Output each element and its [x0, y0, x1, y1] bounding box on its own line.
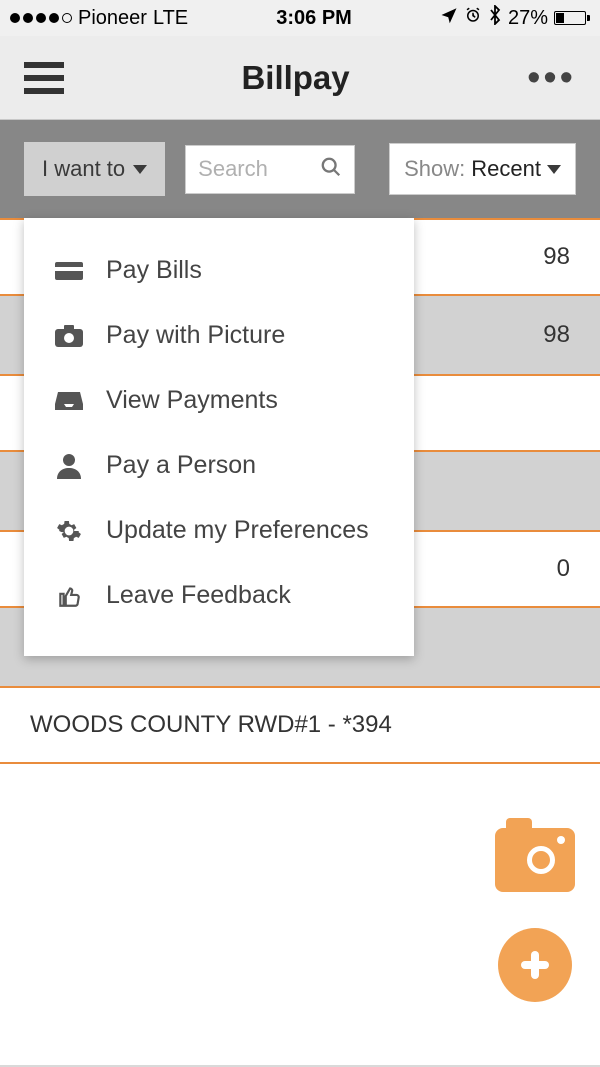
plus-icon [515, 945, 555, 985]
menu-icon[interactable] [24, 62, 64, 94]
menu-item-pay-person[interactable]: Pay a Person [24, 433, 414, 498]
menu-item-label: View Payments [106, 386, 278, 415]
fab-pay-with-picture[interactable] [495, 828, 575, 892]
menu-item-pay-picture[interactable]: Pay with Picture [24, 303, 414, 368]
location-icon [440, 6, 458, 30]
show-label: Show: [404, 156, 465, 182]
show-value: Recent [471, 156, 541, 182]
menu-item-label: Pay with Picture [106, 321, 285, 350]
alarm-icon [464, 6, 482, 30]
search-box[interactable] [185, 145, 355, 194]
nav-bar: Billpay ••• [0, 36, 600, 120]
menu-item-label: Update my Preferences [106, 516, 369, 545]
gear-icon [54, 518, 84, 544]
more-options-icon[interactable]: ••• [527, 73, 576, 83]
carrier-label: Pioneer [78, 7, 147, 30]
i-want-to-label: I want to [42, 156, 125, 182]
menu-item-view-payments[interactable]: View Payments [24, 368, 414, 433]
show-filter-dropdown[interactable]: Show: Recent [389, 143, 576, 195]
credit-card-icon [54, 260, 84, 282]
status-right: 27% [440, 5, 590, 31]
battery-pct-label: 27% [508, 7, 548, 30]
menu-item-label: Pay Bills [106, 256, 202, 285]
menu-item-label: Pay a Person [106, 451, 256, 480]
toolbar: I want to Show: Recent [0, 120, 600, 218]
person-icon [54, 453, 84, 479]
row-text: 0 [557, 555, 570, 583]
row-text: WOODS COUNTY RWD#1 - *394 [30, 711, 392, 739]
camera-lens-icon [527, 846, 555, 874]
camera-flash-icon [557, 836, 565, 844]
camera-icon [54, 324, 84, 348]
i-want-to-menu: Pay Bills Pay with Picture View Payments… [24, 218, 414, 656]
network-label: LTE [153, 7, 188, 30]
chevron-down-icon [547, 165, 561, 174]
i-want-to-dropdown[interactable]: I want to [24, 142, 165, 196]
row-text: 98 [543, 321, 570, 349]
clock-label: 3:06 PM [276, 7, 352, 30]
row-text: 98 [543, 243, 570, 271]
menu-item-label: Leave Feedback [106, 581, 291, 610]
search-input[interactable] [198, 156, 312, 182]
bluetooth-icon [488, 5, 502, 31]
chevron-down-icon [133, 165, 147, 174]
status-bar: Pioneer LTE 3:06 PM 27% [0, 0, 600, 36]
menu-item-leave-feedback[interactable]: Leave Feedback [24, 563, 414, 628]
thumbs-up-icon [54, 583, 84, 609]
fab-add[interactable] [498, 928, 572, 1002]
search-icon [320, 156, 342, 183]
status-left: Pioneer LTE [10, 7, 188, 30]
list-row[interactable]: WOODS COUNTY RWD#1 - *394 [0, 686, 600, 764]
menu-item-update-prefs[interactable]: Update my Preferences [24, 498, 414, 563]
battery-icon [554, 11, 590, 25]
inbox-icon [54, 389, 84, 413]
signal-strength-icon [10, 13, 72, 23]
menu-item-pay-bills[interactable]: Pay Bills [24, 238, 414, 303]
page-title: Billpay [241, 59, 349, 97]
